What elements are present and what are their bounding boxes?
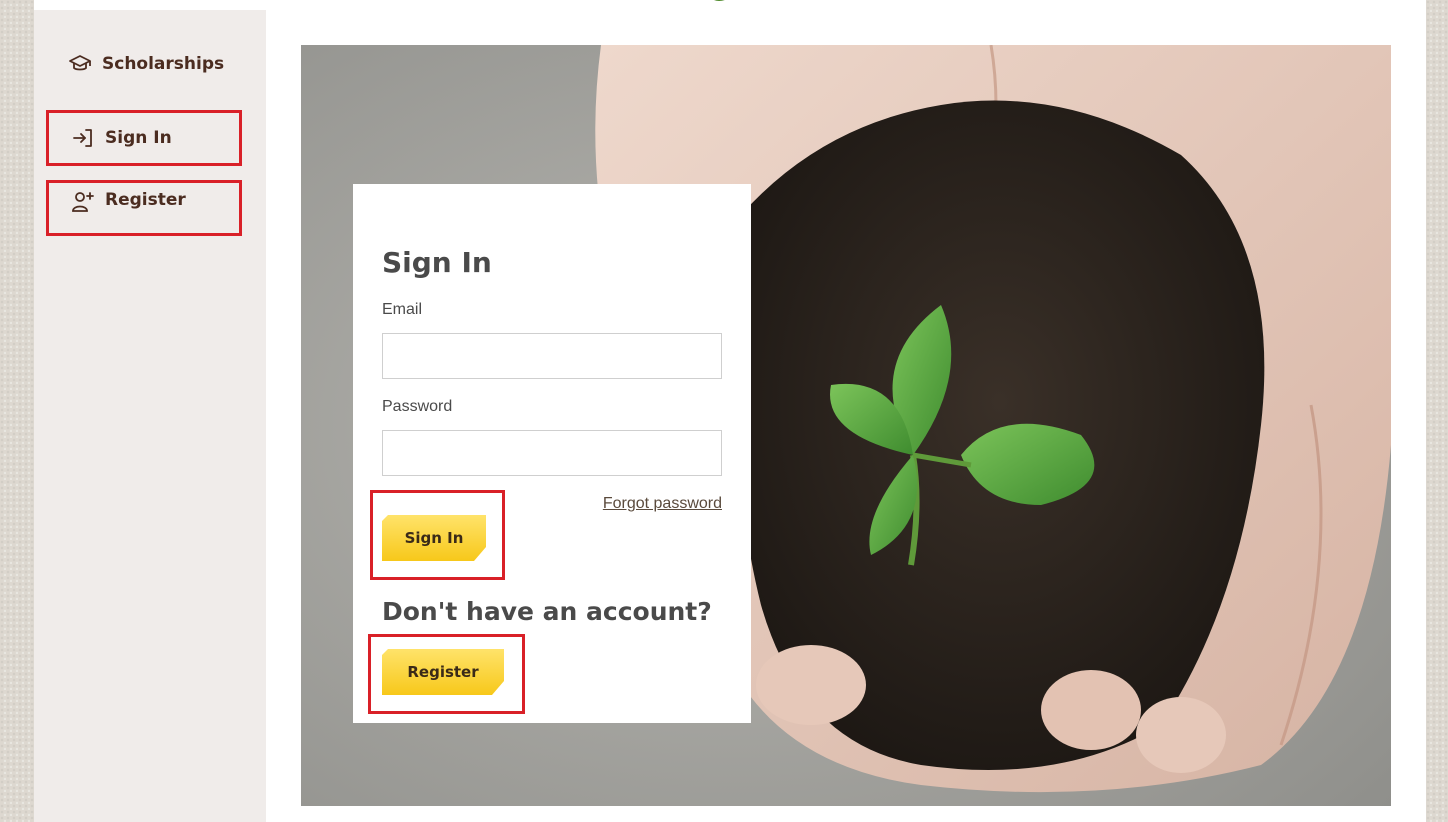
sign-in-arrow-icon (71, 126, 95, 150)
no-account-heading: Don't have an account? (382, 597, 712, 626)
user-add-icon (71, 190, 95, 214)
sign-in-title: Sign In (382, 246, 492, 279)
sign-in-card: Sign In Email Password Forgot password S… (353, 184, 751, 723)
email-field[interactable] (382, 333, 722, 379)
page-right-border (1426, 0, 1448, 822)
forgot-password-link[interactable]: Forgot password (603, 495, 722, 513)
graduation-cap-icon (68, 52, 92, 76)
sidebar-item-scholarships[interactable]: Scholarships (68, 52, 224, 76)
page-left-border (0, 0, 34, 822)
sidebar: Scholarships Sign In Register (34, 10, 266, 822)
email-label: Email (382, 301, 423, 318)
password-label: Password (382, 398, 453, 415)
sidebar-item-label: Register (105, 190, 186, 210)
sidebar-item-label: Scholarships (102, 54, 225, 74)
sidebar-item-sign-in[interactable]: Sign In (46, 110, 242, 166)
password-field[interactable] (382, 430, 722, 476)
sidebar-item-register[interactable]: Register (46, 180, 242, 236)
sidebar-item-label: Sign In (105, 128, 172, 148)
site-logo (714, 0, 725, 1)
sign-in-button[interactable]: Sign In (382, 515, 486, 561)
register-button[interactable]: Register (382, 649, 504, 695)
